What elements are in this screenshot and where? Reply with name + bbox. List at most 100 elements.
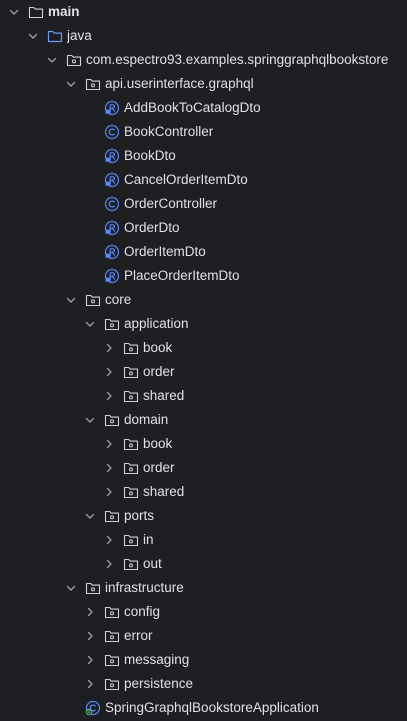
class-icon bbox=[104, 124, 120, 140]
tree-node-com-espectro93-examples-springgraphqlbookstore[interactable]: com.espectro93.examples.springgraphqlboo… bbox=[0, 48, 407, 72]
tree-node-book[interactable]: book bbox=[0, 432, 407, 456]
chevron-down-icon[interactable] bbox=[65, 294, 77, 306]
package-icon bbox=[123, 532, 139, 548]
chevron-right-icon[interactable] bbox=[103, 534, 115, 546]
tree-node-label: config bbox=[124, 604, 161, 619]
tree-node-persistence[interactable]: persistence bbox=[0, 672, 407, 696]
tree-node-label: OrderItemDto bbox=[124, 244, 206, 259]
chevron-down-icon[interactable] bbox=[46, 54, 58, 66]
tree-node-messaging[interactable]: messaging bbox=[0, 648, 407, 672]
package-icon bbox=[85, 580, 101, 596]
chevron-down-icon[interactable] bbox=[27, 30, 39, 42]
folder-icon bbox=[28, 4, 44, 20]
package-icon bbox=[104, 676, 120, 692]
chevron-right-icon[interactable] bbox=[84, 606, 96, 618]
tree-node-label: BookController bbox=[124, 124, 214, 139]
tree-node-label: in bbox=[143, 532, 154, 547]
tree-node-ports[interactable]: ports bbox=[0, 504, 407, 528]
chevron-right-icon[interactable] bbox=[103, 462, 115, 474]
chevron-down-icon[interactable] bbox=[65, 78, 77, 90]
tree-node-label: com.espectro93.examples.springgraphqlboo… bbox=[86, 52, 389, 67]
chevron-right-icon[interactable] bbox=[103, 438, 115, 450]
chevron-right-icon[interactable] bbox=[103, 390, 115, 402]
package-icon bbox=[123, 556, 139, 572]
tree-node-shared[interactable]: shared bbox=[0, 384, 407, 408]
tree-node-error[interactable]: error bbox=[0, 624, 407, 648]
spring-boot-class-icon bbox=[85, 700, 101, 716]
source-folder-icon bbox=[47, 28, 63, 44]
record-icon bbox=[104, 148, 120, 164]
tree-node-label: BookDto bbox=[124, 148, 176, 163]
chevron-down-icon[interactable] bbox=[65, 582, 77, 594]
chevron-down-icon[interactable] bbox=[84, 510, 96, 522]
chevron-right-icon[interactable] bbox=[103, 342, 115, 354]
tree-node-bookdto[interactable]: BookDto bbox=[0, 144, 407, 168]
chevron-right-icon[interactable] bbox=[103, 366, 115, 378]
chevron-right-icon[interactable] bbox=[84, 678, 96, 690]
tree-node-label: book bbox=[143, 436, 173, 451]
tree-node-order[interactable]: order bbox=[0, 456, 407, 480]
package-icon bbox=[123, 388, 139, 404]
chevron-right-icon[interactable] bbox=[84, 654, 96, 666]
tree-node-label: api.userinterface.graphql bbox=[105, 76, 254, 91]
tree-node-label: CancelOrderItemDto bbox=[124, 172, 248, 187]
record-icon bbox=[104, 268, 120, 284]
record-icon bbox=[104, 220, 120, 236]
tree-node-java[interactable]: java bbox=[0, 24, 407, 48]
tree-node-placeorderitemdto[interactable]: PlaceOrderItemDto bbox=[0, 264, 407, 288]
tree-node-label: book bbox=[143, 340, 173, 355]
tree-node-ordercontroller[interactable]: OrderController bbox=[0, 192, 407, 216]
package-icon bbox=[85, 292, 101, 308]
tree-node-label: AddBookToCatalogDto bbox=[124, 100, 261, 115]
package-icon bbox=[123, 460, 139, 476]
tree-node-label: infrastructure bbox=[105, 580, 184, 595]
tree-node-label: application bbox=[124, 316, 189, 331]
tree-node-label: core bbox=[105, 292, 132, 307]
tree-node-orderdto[interactable]: OrderDto bbox=[0, 216, 407, 240]
tree-node-domain[interactable]: domain bbox=[0, 408, 407, 432]
tree-node-addbooktocatalogdto[interactable]: AddBookToCatalogDto bbox=[0, 96, 407, 120]
chevron-right-icon[interactable] bbox=[84, 630, 96, 642]
tree-node-in[interactable]: in bbox=[0, 528, 407, 552]
tree-node-bookcontroller[interactable]: BookController bbox=[0, 120, 407, 144]
tree-node-book[interactable]: book bbox=[0, 336, 407, 360]
tree-node-shared[interactable]: shared bbox=[0, 480, 407, 504]
project-tree: main java com.espectro93.examples.springgr… bbox=[0, 0, 407, 721]
record-icon bbox=[104, 172, 120, 188]
tree-node-label: shared bbox=[143, 388, 185, 403]
tree-node-label: main bbox=[48, 4, 80, 19]
package-icon bbox=[104, 652, 120, 668]
tree-node-label: SpringGraphqlBookstoreApplication bbox=[105, 700, 319, 715]
record-icon bbox=[104, 244, 120, 260]
package-icon bbox=[85, 76, 101, 92]
tree-node-core[interactable]: core bbox=[0, 288, 407, 312]
tree-node-springgraphqlbookstoreapplication[interactable]: SpringGraphqlBookstoreApplication bbox=[0, 696, 407, 720]
tree-node-out[interactable]: out bbox=[0, 552, 407, 576]
tree-node-label: domain bbox=[124, 412, 169, 427]
tree-node-order[interactable]: order bbox=[0, 360, 407, 384]
chevron-right-icon[interactable] bbox=[103, 486, 115, 498]
chevron-right-icon[interactable] bbox=[103, 558, 115, 570]
tree-node-label: persistence bbox=[124, 676, 194, 691]
tree-node-cancelorderitemdto[interactable]: CancelOrderItemDto bbox=[0, 168, 407, 192]
tree-node-orderitemdto[interactable]: OrderItemDto bbox=[0, 240, 407, 264]
tree-node-label: messaging bbox=[124, 652, 190, 667]
tree-node-infrastructure[interactable]: infrastructure bbox=[0, 576, 407, 600]
tree-node-label: ports bbox=[124, 508, 155, 523]
tree-node-config[interactable]: config bbox=[0, 600, 407, 624]
class-icon bbox=[104, 196, 120, 212]
tree-node-label: OrderController bbox=[124, 196, 218, 211]
tree-node-label: shared bbox=[143, 484, 185, 499]
package-icon bbox=[123, 484, 139, 500]
chevron-down-icon[interactable] bbox=[8, 6, 20, 18]
chevron-down-icon[interactable] bbox=[84, 318, 96, 330]
tree-node-label: out bbox=[143, 556, 162, 571]
chevron-down-icon[interactable] bbox=[84, 414, 96, 426]
tree-node-application[interactable]: application bbox=[0, 312, 407, 336]
package-icon bbox=[104, 508, 120, 524]
package-icon bbox=[104, 412, 120, 428]
tree-node-label: order bbox=[143, 460, 175, 475]
tree-node-api-userinterface-graphql[interactable]: api.userinterface.graphql bbox=[0, 72, 407, 96]
package-icon bbox=[123, 436, 139, 452]
tree-node-main[interactable]: main bbox=[0, 0, 407, 24]
